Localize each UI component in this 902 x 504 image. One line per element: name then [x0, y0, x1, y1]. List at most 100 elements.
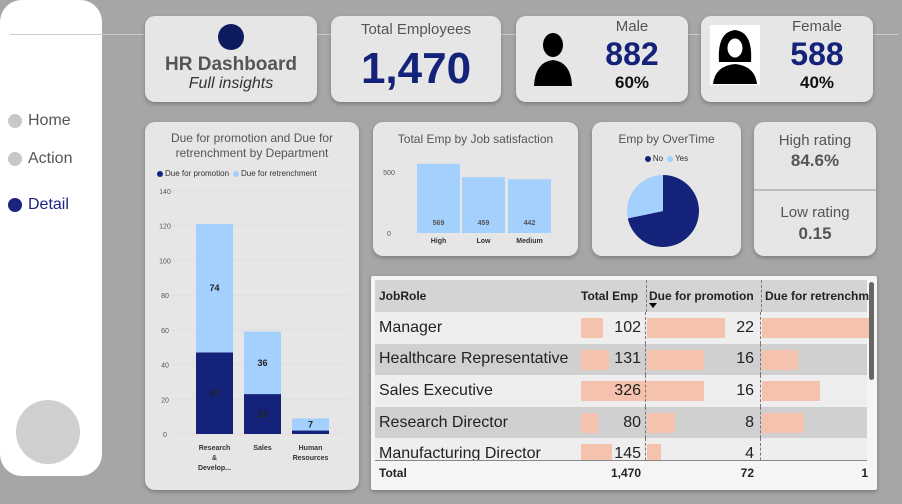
column-header[interactable]: Due for retrenchm [761, 280, 871, 312]
y-tick-label: 40 [161, 363, 169, 370]
overtime-pie-chart [627, 175, 699, 247]
x-tick-label: Sales [253, 445, 271, 452]
y-tick-label: 500 [383, 170, 395, 177]
nav-item-label: Home [28, 112, 71, 129]
table-header-row: JobRole Total Emp Due for promotion Due … [375, 280, 869, 312]
radio-dot-icon [8, 114, 22, 128]
retrenchment-bar [762, 349, 798, 370]
x-tick-label: High [431, 238, 447, 245]
table-row[interactable]: Healthcare Representative 131 16 [375, 343, 867, 376]
female-person-icon [710, 25, 760, 85]
x-tick-label: Resources [293, 455, 329, 462]
y-tick-label: 100 [159, 258, 171, 265]
kpi-label: High rating [778, 132, 852, 149]
kpi-value: 882 [605, 36, 659, 72]
table-row[interactable]: Research Director 80 8 [375, 406, 867, 439]
kpi-percent: 40% [799, 73, 835, 92]
job-satisfaction-chart: 500 0 569 High 459 Low 442 Medium [383, 163, 551, 245]
radio-dot-icon [8, 152, 22, 166]
y-tick-label: 0 [163, 432, 167, 439]
kpi-value: 588 [790, 36, 844, 72]
cell-total: 326 [614, 381, 641, 399]
nav-item-label: Action [28, 150, 73, 167]
cell-total: 131 [614, 350, 641, 368]
cell-promotion: 22 [736, 318, 754, 336]
cell-total: 80 [623, 413, 641, 431]
bar-value-label: 47 [209, 388, 219, 398]
female-card: Female 588 40% [701, 16, 873, 102]
y-tick-label: 20 [161, 397, 169, 404]
kpi-label: Female [791, 18, 843, 35]
page-title: HR Dashboard [165, 54, 297, 75]
bar-value-label: 74 [209, 283, 219, 293]
y-tick-label: 140 [159, 189, 171, 196]
bar-value-label: 7 [308, 419, 313, 429]
page-subtitle: Full insights [188, 75, 274, 92]
table-row[interactable]: Manager 102 22 [375, 312, 872, 344]
x-tick-label: Research [199, 445, 231, 452]
cell-jobrole: Healthcare Representative [379, 350, 569, 368]
nav-item-detail[interactable]: Detail [8, 196, 69, 214]
divider [754, 189, 876, 191]
cell-promotion: 16 [736, 381, 754, 399]
cell-jobrole: Sales Executive [379, 381, 493, 399]
x-tick-label: Human [299, 445, 323, 452]
column-header[interactable]: JobRole [379, 280, 426, 312]
jobrole-table: JobRole Total Emp Due for promotion Due … [371, 276, 877, 490]
column-header[interactable]: Total Emp [581, 280, 638, 312]
table-row[interactable]: Sales Executive 326 16 [375, 375, 867, 407]
rating-card: High rating 84.6% Low rating 0.15 [754, 122, 876, 256]
x-tick-label: Low [477, 238, 492, 245]
bar-value-label: 23 [257, 409, 267, 419]
x-tick-label: & [212, 455, 217, 462]
footer-retrenchment: 1 [861, 465, 868, 480]
male-card: Male 882 60% [516, 16, 688, 102]
bar-value-label: 442 [524, 220, 536, 227]
vertical-scrollbar[interactable] [869, 282, 874, 380]
nav-item-action[interactable]: Action [8, 150, 72, 168]
x-tick-label: Develop... [198, 465, 231, 472]
bar-value-label: 36 [257, 358, 267, 368]
retrenchment-bar [762, 318, 872, 338]
department-chart-card: Due for promotion and Due for retrenchme… [145, 122, 359, 490]
cell-total: 102 [614, 318, 641, 336]
total-employees-card: Total Employees 1,470 [331, 16, 501, 102]
kpi-percent: 60% [614, 73, 650, 92]
footer-total: 1,470 [610, 465, 641, 480]
kpi-value: 0.15 [798, 224, 832, 243]
navigation-panel: Navigation Home Action Detail [0, 0, 898, 476]
y-tick-label: 80 [161, 293, 169, 300]
y-tick-label: 120 [159, 224, 171, 231]
cell-jobrole: Manager [379, 318, 443, 336]
radio-dot-icon [8, 198, 22, 212]
footer-promotion: 72 [740, 465, 754, 480]
pie-slice-yes [627, 175, 663, 219]
male-person-icon [534, 33, 572, 86]
kpi-label: Total Employees [360, 21, 472, 38]
nav-item-label: Detail [28, 196, 69, 213]
cell-promotion: 8 [745, 413, 754, 431]
bar-value-label: 459 [478, 220, 490, 227]
column-header[interactable]: Due for promotion [646, 280, 761, 312]
kpi-label: Male [615, 18, 649, 35]
table-footer-row: Total 1,470 72 1 [375, 460, 868, 484]
kpi-value: 1,470 [360, 44, 472, 93]
bar-promotion [292, 430, 329, 434]
job-satisfaction-card: Total Emp by Job satisfaction 500 0 569 Hig… [373, 122, 578, 256]
overtime-card: Emp by OverTime No Yes [592, 122, 741, 256]
nav-circle-button[interactable] [16, 400, 80, 464]
x-tick-label: Medium [516, 238, 542, 245]
logo-circle-icon [218, 24, 244, 50]
retrenchment-bar [762, 381, 820, 402]
bar-value-label: 569 [433, 220, 445, 227]
y-tick-label: 60 [161, 328, 169, 335]
cell-jobrole: Research Director [379, 413, 508, 431]
kpi-value: 84.6% [790, 151, 840, 170]
kpi-label: Low rating [780, 204, 850, 221]
header-card: HR Dashboard Full insights [145, 16, 317, 102]
sort-desc-icon[interactable] [649, 303, 657, 308]
department-chart: 0 20 40 60 80 100 120 140 47 74 Research & Develop..… [159, 189, 350, 472]
retrenchment-bar [762, 412, 804, 433]
nav-item-home[interactable]: Home [8, 112, 71, 130]
cell-promotion: 16 [736, 350, 754, 368]
